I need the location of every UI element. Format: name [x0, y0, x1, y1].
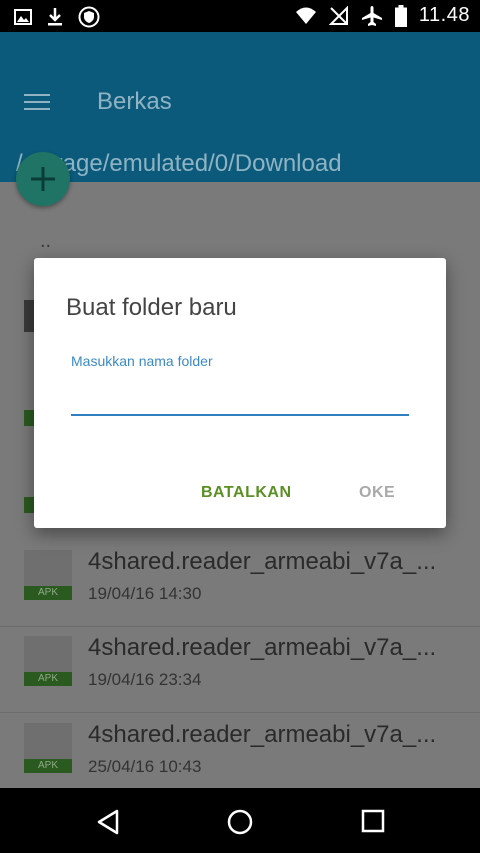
cancel-button[interactable]: BATALKAN: [201, 484, 292, 502]
download-icon: [48, 8, 62, 26]
file-name: 4shared.reader_armeabi_v7a_...: [88, 548, 437, 575]
back-icon[interactable]: [95, 808, 121, 836]
ok-button[interactable]: OKE: [359, 484, 395, 502]
file-name: 4shared.reader_armeabi_v7a_...: [88, 721, 437, 748]
page-title: Berkas: [97, 88, 172, 115]
dialog-title: Buat folder baru: [66, 294, 237, 321]
menu-icon[interactable]: [24, 94, 50, 112]
add-fab-button[interactable]: [16, 152, 70, 206]
list-item[interactable]: APK 4shared.reader_armeabi_v7a_... 19/04…: [0, 626, 480, 713]
image-icon: [14, 9, 32, 25]
plus-icon: [31, 167, 55, 191]
apk-icon: APK: [24, 636, 72, 686]
no-sim-icon: [328, 5, 348, 25]
apk-tag: APK: [24, 759, 72, 773]
vpn-shield-icon: [78, 6, 100, 28]
file-date: 25/04/16 10:43: [88, 757, 202, 776]
app-bar: Berkas /storage/emulated/0/Download: [0, 32, 480, 182]
status-bar: 11.48: [0, 0, 480, 32]
file-date: 19/04/16 23:34: [88, 670, 202, 689]
list-item[interactable]: APK 4shared.reader_armeabi_v7a_... 19/04…: [0, 540, 480, 627]
folder-name-input[interactable]: [71, 378, 409, 416]
wifi-icon: [295, 7, 316, 24]
airplane-icon: [361, 5, 382, 26]
file-date: 19/04/16 14:30: [88, 584, 202, 603]
recents-icon[interactable]: [361, 808, 385, 834]
home-icon[interactable]: [226, 808, 254, 836]
apk-icon: APK: [24, 550, 72, 600]
list-item[interactable]: APK 4shared.reader_armeabi_v7a_... 25/04…: [0, 713, 480, 799]
apk-tag: APK: [24, 672, 72, 686]
apk-icon: APK: [24, 723, 72, 773]
file-name: 4shared.reader_armeabi_v7a_...: [88, 634, 437, 661]
up-directory-item[interactable]: ..: [40, 230, 51, 253]
apk-tag: APK: [24, 586, 72, 600]
navigation-bar: [0, 788, 480, 853]
clock: 11.48: [418, 4, 470, 26]
battery-icon: [394, 4, 407, 27]
new-folder-dialog: Buat folder baru Masukkan nama folder BA…: [34, 258, 446, 528]
folder-name-label: Masukkan nama folder: [71, 353, 213, 369]
